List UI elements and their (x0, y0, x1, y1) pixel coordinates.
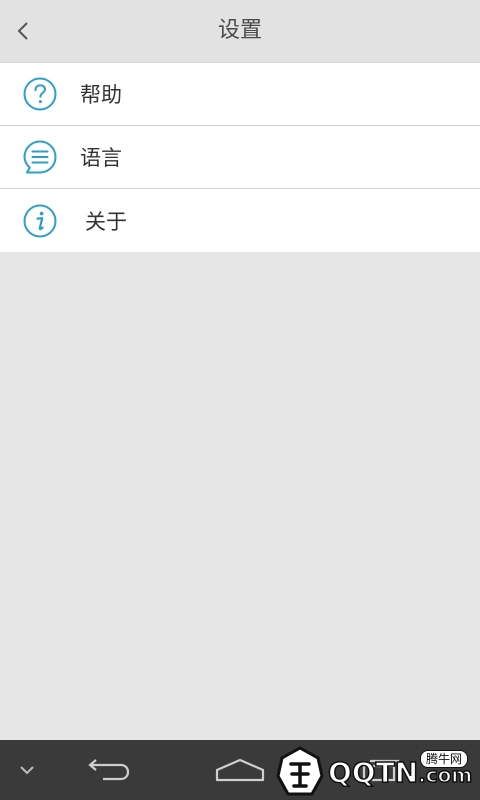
settings-item-label: 关于 (85, 209, 127, 234)
settings-item-about[interactable]: 关于 (0, 189, 480, 252)
info-icon (23, 204, 57, 237)
settings-item-help[interactable]: 帮助 (0, 63, 480, 126)
help-icon (23, 77, 57, 111)
page-title: 设置 (217, 18, 262, 43)
chevron-down-icon (20, 766, 34, 775)
watermark: QQTN.com 腾牛网 (270, 744, 476, 800)
app-header: 设置 (0, 0, 480, 63)
watermark-brand: QQTN (327, 755, 419, 790)
home-nav-button[interactable] (210, 740, 270, 800)
watermark-badge: 腾牛网 (420, 750, 469, 768)
back-nav-button[interactable] (76, 740, 136, 800)
settings-item-label: 语言 (80, 146, 122, 170)
home-icon (215, 758, 265, 782)
language-icon (23, 140, 57, 174)
logo-icon (276, 746, 324, 796)
settings-list: 帮助 语言 关于 (0, 63, 480, 252)
hide-keyboard-button[interactable] (10, 740, 44, 800)
back-arrow-icon (88, 759, 130, 781)
settings-item-language[interactable]: 语言 (0, 126, 480, 189)
settings-item-label: 帮助 (80, 83, 122, 107)
